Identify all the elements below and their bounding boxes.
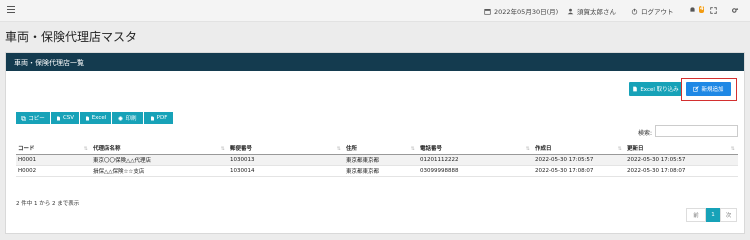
file-icon [56, 116, 60, 120]
column-header-label: 郵便番号 [230, 146, 253, 153]
column-header-updated[interactable]: 更新日 ⇅ [625, 143, 738, 155]
sort-icon: ⇅ [410, 146, 415, 152]
current-date: 2022年05月30日(月) [484, 6, 558, 16]
pdf-label: PDF [156, 115, 168, 121]
copy-button[interactable]: コピー [16, 112, 51, 124]
column-header-code[interactable]: コード ⇅ [16, 143, 91, 155]
calendar-icon [484, 8, 491, 15]
user-menu[interactable]: 須賀太郎さん [567, 6, 616, 16]
next-page-button[interactable]: 次 [720, 208, 737, 222]
cell-updated: 2022-05-30 17:05:57 [625, 154, 738, 166]
top-navbar: 2022年05月30日(月) 須賀太郎さん ログアウト 4 [0, 0, 750, 22]
csv-label: CSV [62, 115, 75, 121]
sort-icon: ⇅ [83, 146, 88, 152]
user-icon [567, 8, 574, 14]
file-icon [150, 116, 154, 120]
cell-code: H0001 [16, 154, 91, 166]
sort-icon: ⇅ [617, 146, 622, 152]
cell-created: 2022-05-30 17:05:57 [533, 154, 625, 166]
page-1-button[interactable]: 1 [706, 208, 720, 222]
previous-page-button[interactable]: 前 [686, 208, 706, 222]
notifications[interactable]: 4 [689, 6, 705, 13]
column-header-created[interactable]: 作成日 ⇅ [533, 143, 625, 155]
file-icon [85, 116, 89, 120]
table-row[interactable]: H0001 東京〇〇保険△△代理店 1030013 東京都東京都 0120111… [16, 154, 738, 166]
search-label: 検索: [638, 130, 653, 137]
cell-address: 東京都東京都 [344, 165, 418, 177]
table-header-row: コード ⇅ 代理店名称 ⇅ 郵便番号 ⇅ 住所 ⇅ 電話番号 ⇅ 作成日 ⇅ 更新日 ⇅ [16, 143, 738, 155]
settings-icon[interactable] [731, 7, 739, 14]
column-header-label: 代理店名称 [93, 146, 121, 153]
sort-icon: ⇅ [220, 146, 225, 152]
column-header-label: 作成日 [535, 146, 552, 153]
copy-icon [21, 115, 26, 121]
highlight-box [681, 78, 737, 101]
cell-updated: 2022-05-30 17:08:07 [625, 165, 738, 177]
sort-icon: ⇅ [730, 146, 735, 152]
csv-button[interactable]: CSV [51, 112, 80, 124]
agency-table: コード ⇅ 代理店名称 ⇅ 郵便番号 ⇅ 住所 ⇅ 電話番号 ⇅ 作成日 ⇅ 更新日 ⇅ H0… [16, 143, 738, 177]
cell-phone: 01201112222 [418, 154, 533, 166]
cell-address: 東京都東京都 [344, 154, 418, 166]
notification-badge: 4 [699, 6, 705, 13]
pdf-button[interactable]: PDF [144, 112, 174, 124]
cell-name: 損保△△保険☆☆支店 [91, 165, 228, 177]
table-info: 2 件中 1 から 2 まで表示 [16, 201, 80, 207]
sort-icon: ⇅ [336, 146, 341, 152]
sort-icon: ⇅ [525, 146, 530, 152]
cell-name: 東京〇〇保険△△代理店 [91, 154, 228, 166]
search-input[interactable] [655, 125, 738, 137]
excel-import-label: Excel 取り込み [640, 87, 679, 93]
export-toolbar: コピー CSV Excel 印刷 PDF [16, 112, 174, 124]
pagination: 前 1 次 [686, 208, 737, 222]
fullscreen-icon[interactable] [710, 7, 717, 14]
print-label: 印刷 [125, 116, 137, 122]
excel-button[interactable]: Excel [80, 112, 112, 124]
user-name: 須賀太郎さん [577, 8, 616, 16]
list-panel: 車両・保険代理店一覧 Excel 取り込み 新規追加 コピー CSV Excel… [5, 52, 745, 234]
column-header-label: コード [18, 146, 35, 153]
cell-postal: 1030014 [228, 165, 344, 177]
column-header-phone[interactable]: 電話番号 ⇅ [418, 143, 533, 155]
cell-phone: 03099998888 [418, 165, 533, 177]
date-text: 2022年05月30日(月) [494, 8, 559, 16]
page-title: 車両・保険代理店マスタ [5, 30, 138, 44]
excel-label: Excel [91, 115, 107, 121]
column-header-name[interactable]: 代理店名称 ⇅ [91, 143, 228, 155]
file-icon [633, 86, 638, 92]
logout-label: ログアウト [641, 8, 674, 16]
column-header-label: 更新日 [627, 146, 644, 153]
table-row[interactable]: H0002 損保△△保険☆☆支店 1030014 東京都東京都 03099998… [16, 165, 738, 177]
cell-postal: 1030013 [228, 154, 344, 166]
cell-created: 2022-05-30 17:08:07 [533, 165, 625, 177]
column-header-postal[interactable]: 郵便番号 ⇅ [228, 143, 344, 155]
excel-import-button[interactable]: Excel 取り込み [629, 82, 682, 96]
panel-title: 車両・保険代理店一覧 [6, 53, 744, 71]
printer-icon [118, 116, 123, 120]
column-header-address[interactable]: 住所 ⇅ [344, 143, 418, 155]
menu-toggle-icon[interactable] [7, 6, 15, 13]
cell-code: H0002 [16, 165, 91, 177]
bell-icon [690, 7, 695, 12]
logout-icon [631, 8, 638, 15]
column-header-label: 電話番号 [420, 146, 443, 153]
logout-link[interactable]: ログアウト [631, 6, 674, 16]
column-header-label: 住所 [346, 146, 358, 153]
print-button[interactable]: 印刷 [112, 112, 144, 124]
copy-label: コピー [28, 116, 45, 122]
